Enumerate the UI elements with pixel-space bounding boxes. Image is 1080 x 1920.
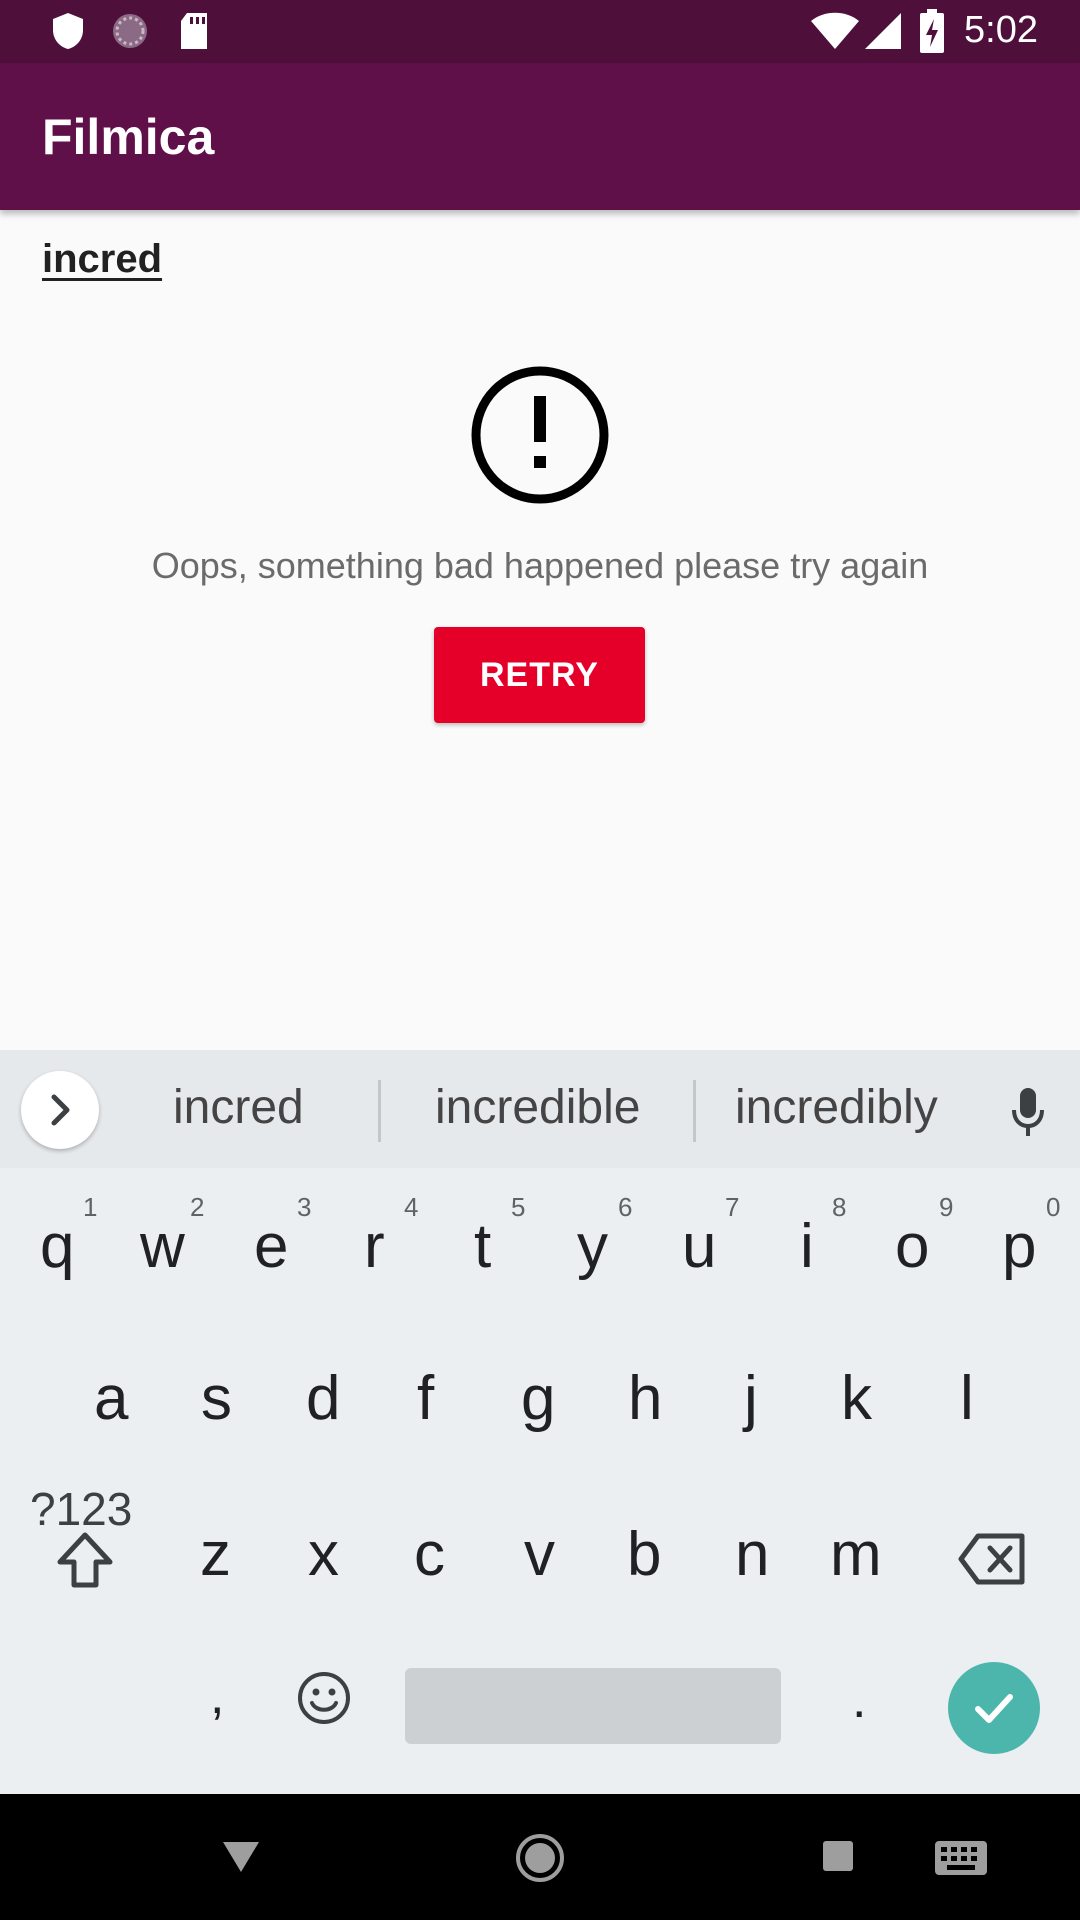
suggestion-3[interactable]: incredibly [735, 1080, 938, 1135]
key-k[interactable]: k [841, 1368, 872, 1430]
key-comma[interactable]: , [210, 1670, 224, 1722]
checkmark-icon [975, 1694, 1013, 1723]
clock: 5:02 [964, 9, 1038, 51]
recents-icon[interactable] [822, 1840, 854, 1872]
enter-key[interactable] [948, 1662, 1040, 1754]
key-m[interactable]: m [830, 1524, 882, 1586]
shield-icon [53, 13, 83, 49]
battery-charging-icon [920, 9, 944, 53]
status-bar: 5:02 [0, 0, 1080, 63]
error-icon [471, 366, 609, 504]
sd-card-icon [181, 13, 207, 49]
keyboard-icon[interactable] [934, 1840, 988, 1876]
key-c[interactable]: c [414, 1524, 445, 1586]
key-v[interactable]: v [524, 1524, 555, 1586]
key-a[interactable]: a [94, 1368, 128, 1430]
suggestion-divider [693, 1080, 696, 1142]
key-l[interactable]: l [960, 1368, 974, 1430]
emoji-icon[interactable] [296, 1670, 352, 1726]
retry-button[interactable]: RETRY [434, 627, 645, 723]
app-title: Filmica [42, 109, 215, 165]
symbols-key[interactable]: ?123 [30, 1482, 132, 1536]
chevron-right-icon [51, 1094, 70, 1126]
key-n[interactable]: n [735, 1524, 769, 1586]
space-bar[interactable] [405, 1668, 781, 1744]
microphone-icon[interactable] [1010, 1086, 1046, 1138]
suggestion-1[interactable]: incred [173, 1080, 304, 1135]
suggestion-strip: incred incredible incredibly [0, 1050, 1080, 1168]
key-j[interactable]: j [744, 1368, 758, 1430]
soft-keyboard: incred incredible incredibly q1 w2 e3 r4… [0, 1050, 1080, 1794]
key-g[interactable]: g [521, 1368, 555, 1430]
key-period[interactable]: . [852, 1674, 866, 1726]
key-b[interactable]: b [627, 1524, 661, 1586]
sync-icon [113, 14, 147, 48]
app-bar: Filmica [0, 63, 1080, 210]
suggestion-2[interactable]: incredible [435, 1080, 640, 1135]
home-icon[interactable] [514, 1832, 566, 1884]
navigation-bar [0, 1794, 1080, 1920]
cell-signal-icon [865, 13, 901, 49]
back-icon[interactable] [221, 1840, 261, 1874]
search-query-text[interactable]: incred [42, 237, 162, 282]
backspace-icon[interactable] [958, 1532, 1028, 1586]
key-f[interactable]: f [417, 1368, 434, 1430]
key-s[interactable]: s [201, 1368, 232, 1430]
key-h[interactable]: h [628, 1368, 662, 1430]
suggestion-divider [378, 1080, 381, 1142]
key-d[interactable]: d [306, 1368, 340, 1430]
key-x[interactable]: x [308, 1524, 339, 1586]
key-z[interactable]: z [200, 1524, 231, 1586]
expand-toolbar-button[interactable] [21, 1071, 99, 1149]
wifi-icon [811, 12, 859, 49]
error-message: Oops, something bad happened please try … [151, 545, 929, 586]
shift-icon[interactable] [55, 1530, 115, 1590]
